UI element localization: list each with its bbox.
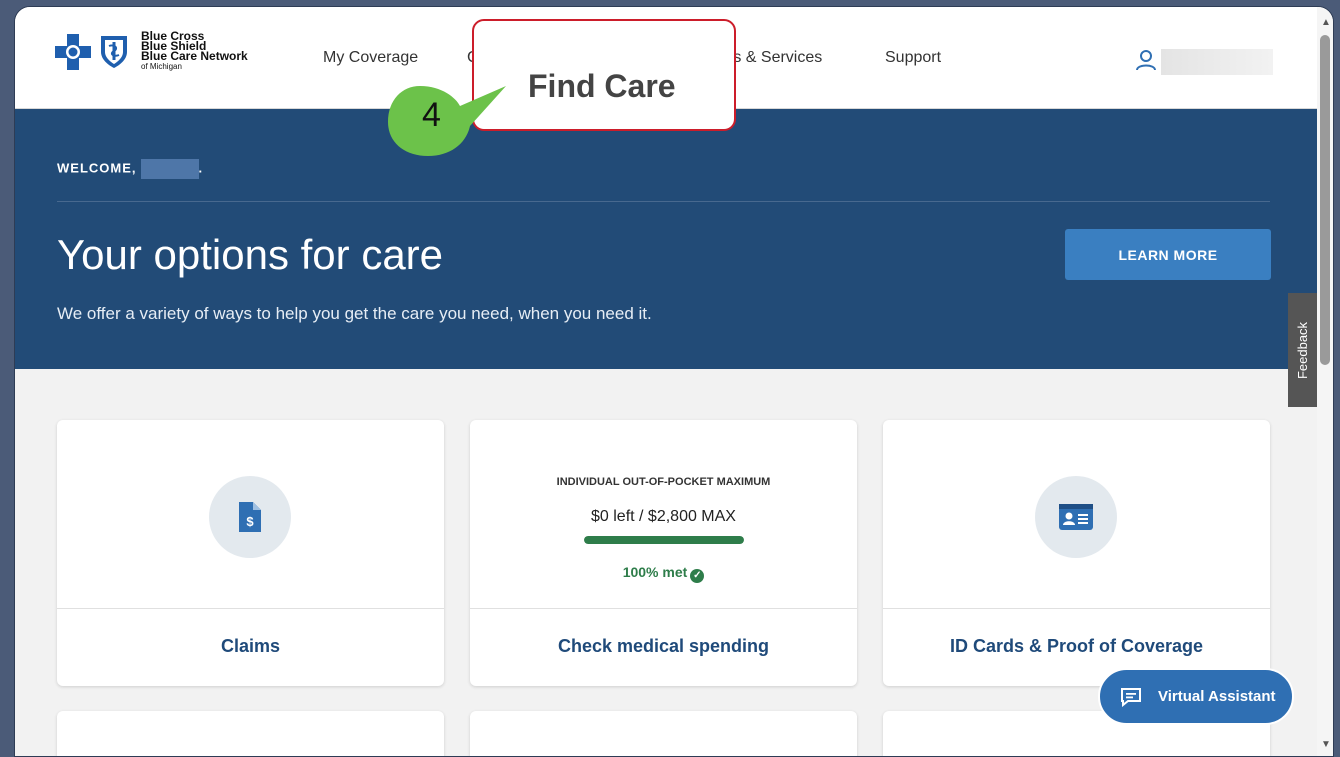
- member-name-redacted: [140, 159, 199, 179]
- virtual-assistant-button[interactable]: Virtual Assistant: [1098, 668, 1294, 725]
- bcbs-logo[interactable]: Blue Cross Blue Shield Blue Care Network…: [55, 30, 248, 72]
- chat-bubble-icon: [1121, 687, 1141, 707]
- claims-card[interactable]: $ Claims: [57, 420, 444, 686]
- scroll-up-arrow-icon[interactable]: ▲: [1321, 17, 1331, 28]
- id-cards-card-label[interactable]: ID Cards & Proof of Coverage: [883, 636, 1270, 657]
- hero-divider: [57, 201, 1270, 202]
- dollar-document-icon: $: [239, 502, 261, 532]
- spending-card[interactable]: INDIVIDUAL OUT-OF-POCKET MAXIMUM $0 left…: [470, 420, 857, 686]
- claims-icon-circle: $: [209, 476, 291, 558]
- card-row2-1[interactable]: [57, 711, 444, 756]
- oop-progress-track: [584, 536, 744, 544]
- card-row2-2[interactable]: [470, 711, 857, 756]
- find-care-callout-text: Find Care: [528, 68, 676, 104]
- oop-met-text: 100% met: [622, 564, 688, 580]
- claims-card-label[interactable]: Claims: [57, 636, 444, 657]
- card-divider: [883, 608, 1270, 609]
- hero-subtitle: We offer a variety of ways to help you g…: [57, 304, 652, 323]
- oop-progress-fill: [584, 536, 744, 544]
- nav-support[interactable]: Support: [885, 49, 941, 67]
- oop-met-status: 100% met ✓: [470, 564, 857, 583]
- card-divider: [470, 608, 857, 609]
- id-card-icon-circle: [1035, 476, 1117, 558]
- feedback-label: Feedback: [1295, 321, 1310, 379]
- hero-title: Your options for care: [57, 231, 444, 278]
- welcome-label: WELCOME,: [57, 160, 137, 176]
- logo-line-4: of Michigan: [141, 62, 182, 71]
- check-circle-icon: ✓: [690, 569, 705, 583]
- user-icon[interactable]: [1135, 49, 1157, 71]
- logo-wordmark: Blue Cross Blue Shield Blue Care Network…: [141, 30, 248, 72]
- blue-cross-icon: [55, 33, 91, 70]
- spending-card-label[interactable]: Check medical spending: [470, 636, 857, 657]
- oop-max-title: INDIVIDUAL OUT-OF-POCKET MAXIMUM: [556, 476, 771, 488]
- step-badge-icon: [388, 86, 506, 156]
- step-number: 4: [422, 96, 441, 134]
- oop-max-value: $0 left / $2,800 MAX: [591, 508, 736, 525]
- id-card-icon: [1059, 504, 1093, 530]
- learn-more-button[interactable]: LEARN MORE: [1065, 229, 1271, 280]
- user-name-redacted: [1161, 49, 1273, 75]
- scrollbar-thumb[interactable]: [1320, 35, 1330, 365]
- svg-text:$: $: [246, 514, 254, 529]
- card-divider: [57, 608, 444, 609]
- welcome-text: WELCOME,.: [57, 159, 203, 179]
- nav-my-coverage[interactable]: My Coverage: [323, 49, 418, 67]
- blue-shield-icon: [101, 35, 127, 68]
- scroll-down-arrow-icon[interactable]: ▼: [1321, 739, 1331, 750]
- hero-banner: WELCOME,. Your options for care We offer…: [15, 109, 1317, 369]
- feedback-tab[interactable]: Feedback: [1288, 293, 1317, 407]
- id-cards-card[interactable]: ID Cards & Proof of Coverage: [883, 420, 1270, 686]
- virtual-assistant-label: Virtual Assistant: [1158, 688, 1276, 705]
- welcome-period: .: [198, 160, 204, 176]
- logo-line-3: Blue Care Network: [141, 49, 248, 63]
